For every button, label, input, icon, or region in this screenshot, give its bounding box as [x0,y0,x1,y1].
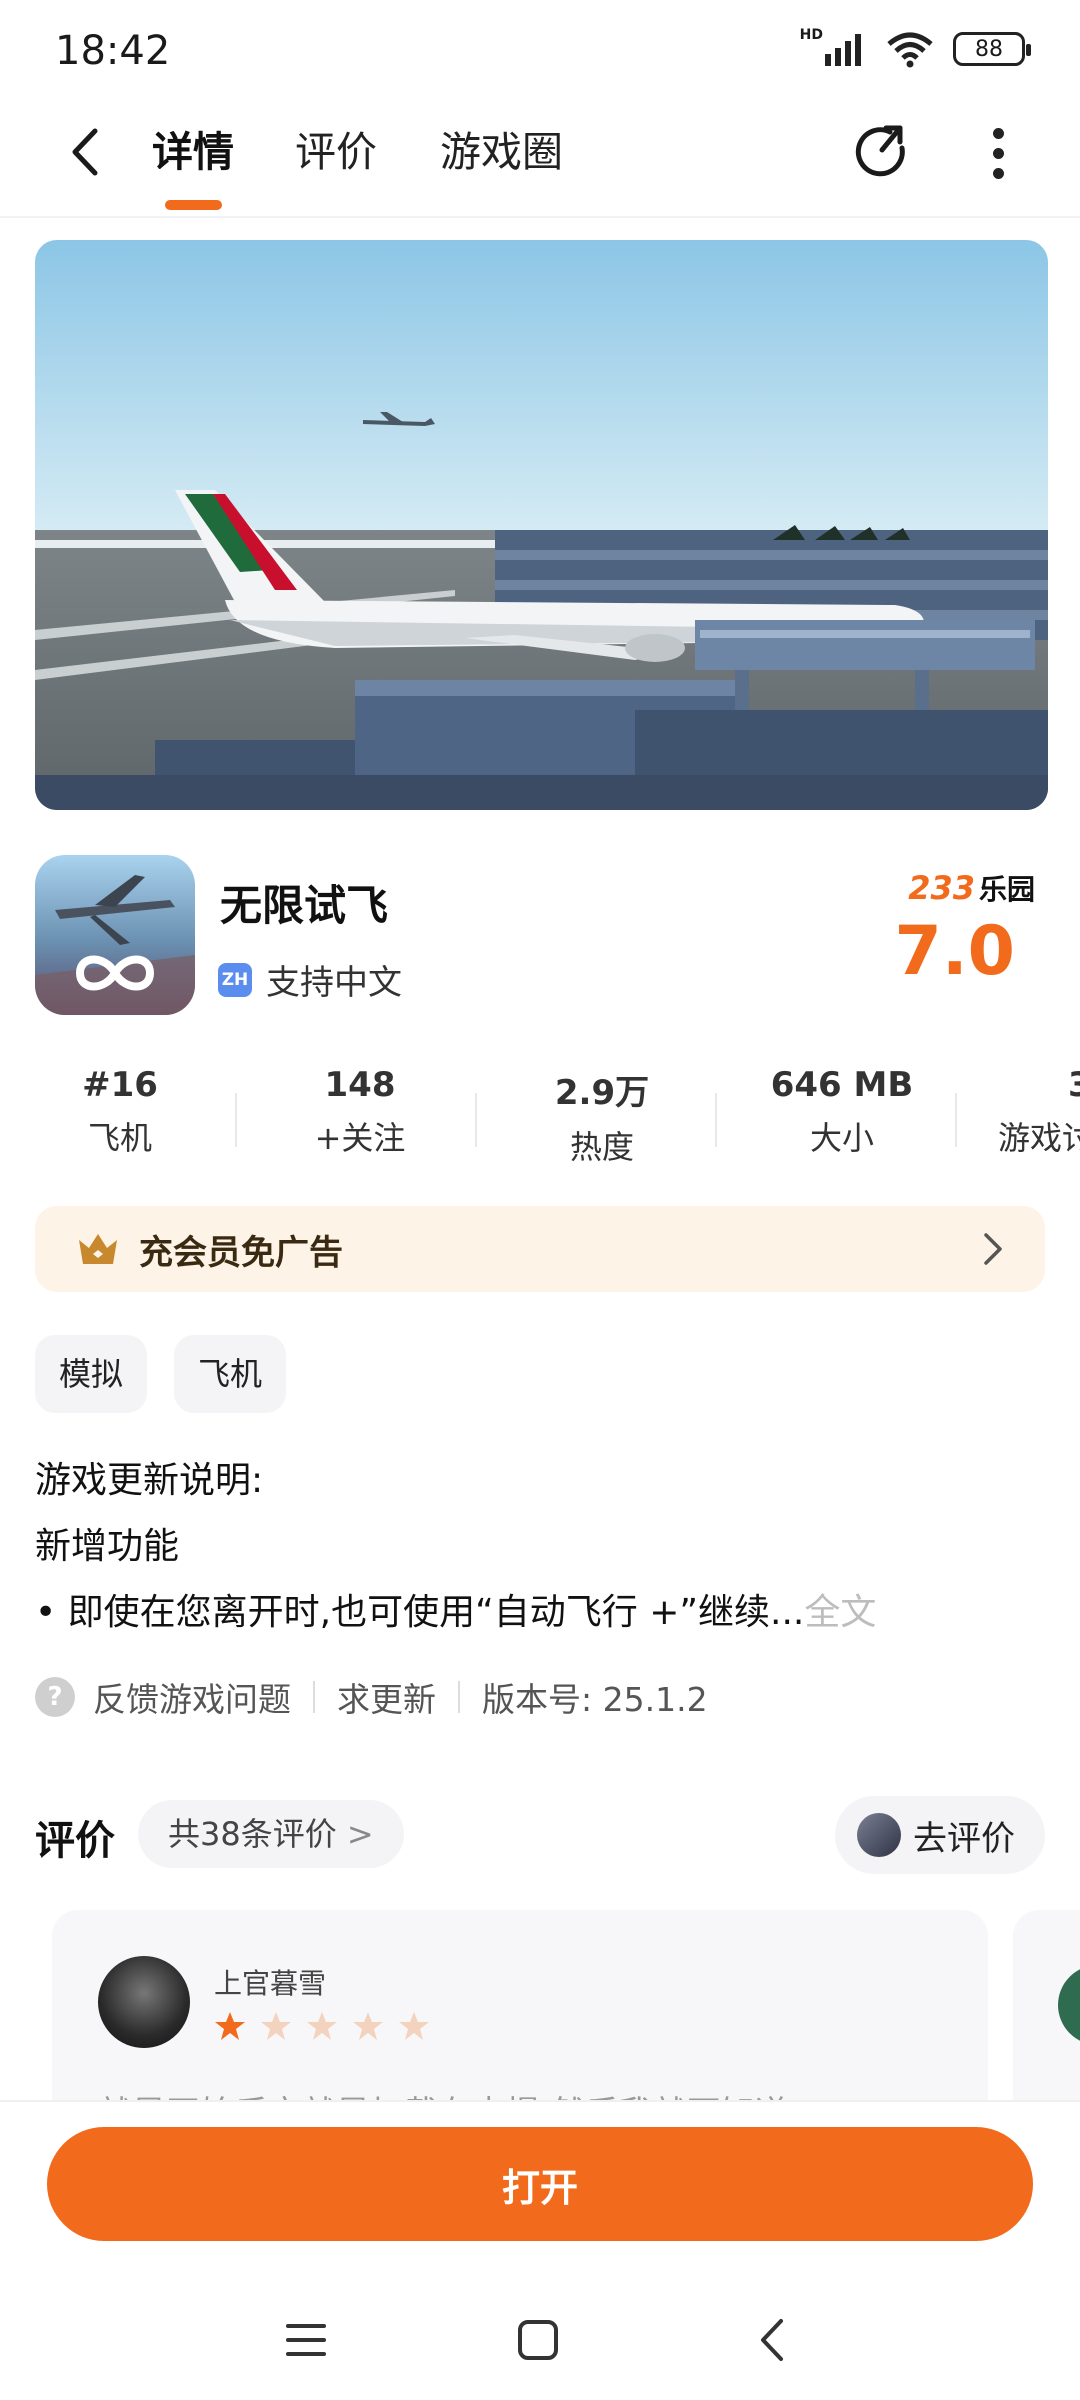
stat-popularity: 2.9万 热度 [554,1073,650,1166]
tab-reviews[interactable]: 评价 [295,122,377,182]
stat-follow[interactable]: 148 +关注 [260,1065,460,1159]
read-more-link[interactable]: 全文 [804,1592,876,1633]
status-time: 18:42 [55,28,171,74]
platform-name: 乐园 [978,873,1035,906]
divider [955,1093,957,1147]
chevron-left-icon [761,2319,783,2361]
write-review-label: 去评价 [913,1818,1015,1859]
airport-scene-image [35,240,1048,810]
status-bar: 18:42 HD 88 [0,0,1080,100]
chevron-right-icon [984,1233,1002,1265]
system-navigation-bar [0,2290,1080,2380]
star-icon [215,2012,245,2040]
tab-details[interactable]: 详情 [152,122,234,182]
menu-button[interactable] [276,2310,336,2370]
request-update-link[interactable]: 求更新 [337,1673,436,1721]
update-notes-heading: 游戏更新说明: [35,1460,264,1501]
meta-row: ? 反馈游戏问题 求更新 版本号: 25.1.2 [35,1672,708,1722]
tab-game-circle[interactable]: 游戏圈 [440,122,563,182]
avatar [857,1813,901,1857]
platform-logo: 233 乐园 [908,868,1035,908]
back-button[interactable] [55,122,115,182]
divider [458,1681,460,1713]
version-text: 版本号: 25.1.2 [482,1680,708,1719]
share-button[interactable] [850,118,920,188]
wifi-icon [887,32,933,68]
crown-icon [79,1234,117,1264]
question-icon: ? [35,1677,75,1717]
stat-rank[interactable]: #16 飞机 [20,1065,220,1159]
hd-label: HD [799,27,823,43]
language-text: 支持中文 [266,963,402,1003]
chevron-right-icon: > [346,1815,374,1853]
star-icon [261,2012,291,2040]
divider [715,1093,717,1147]
reviewer-name: 上官暮雪 [214,1967,327,2000]
platform-number: 233 [908,869,975,907]
reviews-count-button[interactable]: 共38条评价 > [138,1800,404,1868]
battery-indicator: 88 [953,32,1031,66]
app-score: 7.0 [894,912,1015,991]
update-notes-line: • 即使在您离开时,也可使用“自动飞行 +”继续...全文 [35,1580,1035,1646]
tab-indicator [165,200,222,210]
menu-icon [286,2324,326,2356]
update-notes-line: 新增功能 [35,1526,180,1567]
app-title: 无限试飞 [220,881,389,930]
open-button[interactable]: 打开 [47,2127,1033,2241]
star-icon [307,2012,337,2040]
update-notes-text: • 即使在您离开时,也可使用“自动飞行 +”继续... [35,1592,805,1633]
more-options-button[interactable] [968,118,1028,188]
star-icon [399,2012,429,2040]
more-vertical-icon [992,127,1004,139]
zh-icon: ZH [218,962,252,997]
feedback-link[interactable]: 反馈游戏问题 [93,1673,291,1721]
system-back-button[interactable] [742,2310,802,2370]
language-support: ZH 支持中文 [218,955,402,1004]
update-notes: 游戏更新说明: 新增功能 • 即使在您离开时,也可使用“自动飞行 +”继续...… [35,1448,1035,1646]
tag-simulation[interactable]: 模拟 [35,1335,148,1413]
chevron-left-icon [72,128,98,176]
app-icon [35,855,195,1015]
share-icon [855,125,905,177]
avatar [1058,1965,1080,2045]
vip-ad-free-banner[interactable]: 充会员免广告 [35,1206,1045,1292]
stats-row: #16 飞机 148 +关注 2.9万 热度 646 MB 大小 3 游戏讨 [0,1065,1080,1175]
signal-icon [825,34,861,66]
reviews-section-title: 评价 [35,1818,115,1864]
hero-screenshot[interactable] [35,240,1048,810]
tag-aircraft[interactable]: 飞机 [174,1335,287,1413]
home-button[interactable] [508,2310,568,2370]
app-logo-icon [35,855,195,1015]
divider [313,1681,315,1713]
home-square-icon [518,2320,558,2360]
top-nav: 详情 评价 游戏圈 [0,100,1080,218]
stat-size: 646 MB 大小 [770,1065,914,1157]
write-review-button[interactable]: 去评价 [835,1796,1045,1874]
stat-discussion[interactable]: 3 游戏讨 [960,1065,1080,1159]
star-icon [353,2012,383,2040]
divider [475,1093,477,1147]
avatar [98,1956,190,2048]
status-icons: HD 88 [799,27,1031,68]
star-rating [214,2010,430,2042]
divider [235,1093,237,1147]
vip-text: 充会员免广告 [139,1232,343,1273]
